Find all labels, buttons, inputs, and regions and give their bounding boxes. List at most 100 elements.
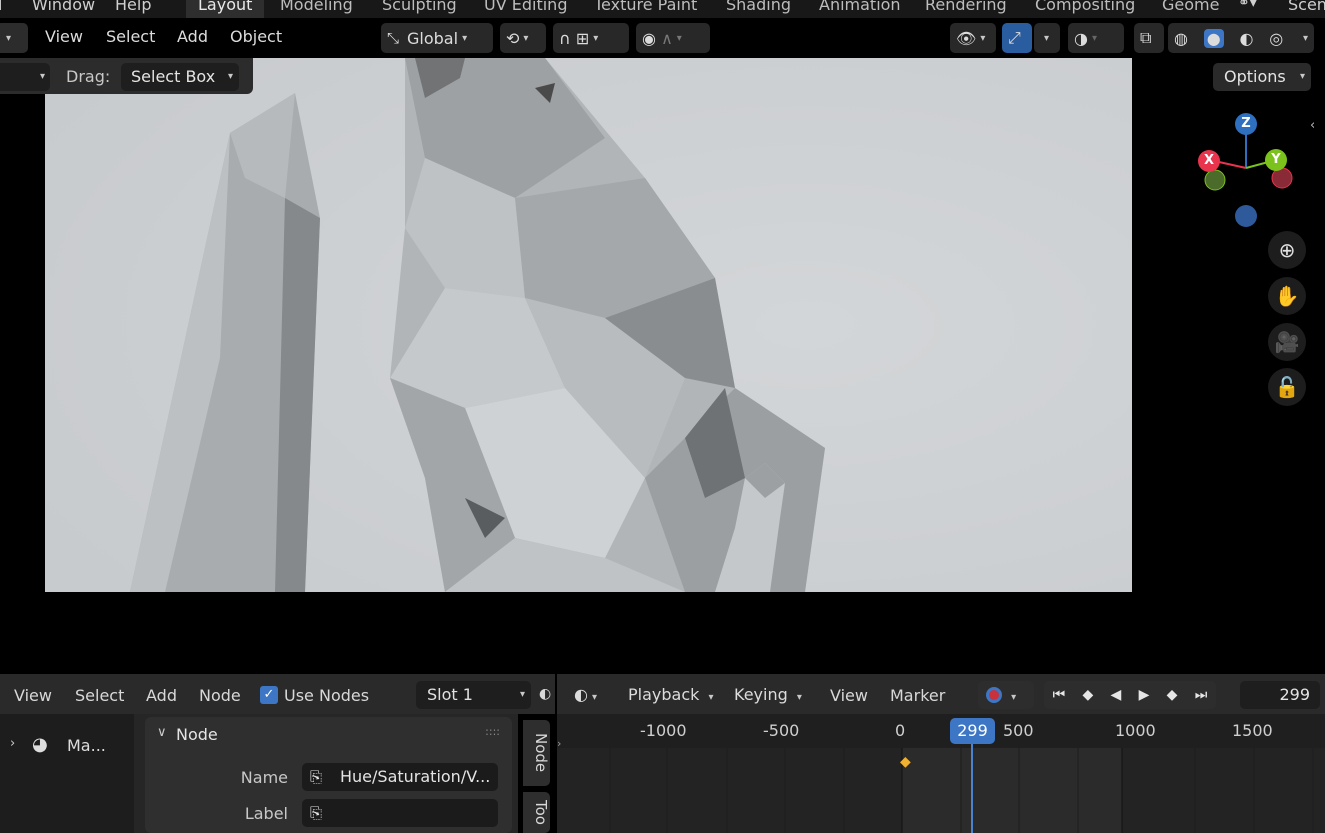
orientation-value: Global [407, 28, 459, 48]
record-icon [986, 687, 1002, 703]
prev-keyframe-icon[interactable]: ◆ [1083, 687, 1094, 703]
auto-keying-toggle[interactable]: ▾ [978, 681, 1034, 709]
timeline-track[interactable] [557, 748, 1325, 833]
lock-icon[interactable]: 🔓 [1268, 368, 1306, 406]
shader-type-icon[interactable]: ◐ [539, 686, 551, 702]
visibility-dropdown[interactable]: 👁 ▾ [950, 23, 996, 53]
overlays-group[interactable]: ◑ ▾ [1068, 23, 1124, 53]
gizmo-x-axis[interactable]: X [1198, 150, 1220, 172]
node-menu-select[interactable]: Select [75, 686, 124, 705]
eye-icon: 👁 [956, 28, 977, 48]
snapping-group[interactable]: ∩ ⊞ ▾ [553, 23, 629, 53]
jump-end-icon[interactable]: ⏭ [1195, 687, 1208, 703]
chevron-down-icon: ▾ [796, 692, 802, 703]
gizmo-y-axis[interactable]: Y [1265, 149, 1287, 171]
collapse-chevron-icon[interactable]: ∨ [157, 725, 167, 740]
node-name-value: Hue/Saturation/V... [340, 767, 491, 786]
timeline-menu-view[interactable]: View [830, 686, 868, 705]
proportional-edit-group[interactable]: ◉ ∧ ▾ [636, 23, 710, 53]
gizmo-toggle[interactable]: ⤢ [1002, 23, 1032, 53]
node-name-field[interactable]: ⎘ Hue/Saturation/V... [302, 763, 498, 791]
node-icon: ⎘ [310, 768, 323, 786]
menu-help[interactable]: Help [115, 0, 151, 14]
viewport-menu-object[interactable]: Object [230, 27, 282, 46]
menu-window[interactable]: Window [32, 0, 95, 14]
material-icon: ◕ [32, 734, 48, 755]
camera-view-icon[interactable]: 🎥 [1268, 323, 1306, 361]
name-label: Name [240, 768, 288, 787]
tab-node[interactable]: Node [523, 720, 550, 786]
play-reverse-icon[interactable]: ◀ [1111, 687, 1122, 703]
drag-select-value: Select Box [131, 67, 216, 86]
use-nodes-checkbox[interactable]: ✓ [260, 686, 278, 704]
zoom-icon[interactable]: ⊕ [1268, 231, 1306, 269]
scene-label[interactable]: Scen [1288, 0, 1325, 14]
tab-shading[interactable]: Shading [714, 0, 803, 18]
tab-sculpting[interactable]: Sculpting [370, 0, 469, 18]
xray-toggle[interactable]: ⧉ [1134, 23, 1164, 53]
gizmo-dropdown[interactable]: ▾ [1034, 23, 1060, 53]
chevron-down-icon: ▾ [708, 692, 714, 703]
orientation-icon: ⤡ [387, 29, 400, 47]
snap-magnet-icon: ∩ [559, 28, 571, 48]
editor-type-dropdown[interactable]: ◐ ▾ [566, 681, 612, 709]
slot-value: Slot 1 [427, 685, 473, 704]
jump-start-icon[interactable]: ⏮ [1053, 687, 1066, 703]
tab-animation[interactable]: Animation [807, 0, 913, 18]
rendered-shading-icon[interactable]: ◎ [1269, 29, 1283, 48]
drag-select-dropdown[interactable]: Select Box ▾ [121, 63, 239, 91]
slot-dropdown[interactable]: Slot 1 ▾ [416, 681, 531, 709]
viewport-menu-add[interactable]: Add [177, 27, 208, 46]
viewport-menu-select[interactable]: Select [106, 27, 155, 46]
playback-dropdown[interactable]: Playback ▾ [620, 681, 724, 709]
options-dropdown[interactable]: Options ▾ [1213, 63, 1311, 91]
ruler-tick: 0 [895, 721, 906, 740]
mode-dropdown-truncated[interactable]: ▾ [0, 63, 50, 91]
playhead-line[interactable] [971, 744, 973, 833]
chevron-down-icon[interactable]: ▾ [1303, 33, 1308, 44]
shading-mode-group[interactable]: ◍ ● ◐ ◎ ▾ [1168, 23, 1314, 53]
sidebar-toggle-icon[interactable]: ‹ [1310, 118, 1315, 133]
pan-hand-icon[interactable]: ✋ [1268, 277, 1306, 315]
timeline-grid [609, 748, 1314, 833]
expand-arrow-icon[interactable]: › [10, 736, 15, 751]
snap-increment-icon: ⊞ [575, 28, 590, 48]
keying-dropdown[interactable]: Keying ▾ [726, 681, 814, 709]
node-menu-add[interactable]: Add [146, 686, 177, 705]
node-label-field[interactable]: ⎘ [302, 799, 498, 827]
tab-geometry[interactable]: Geome [1150, 0, 1231, 18]
editor-type-dropdown[interactable]: ▾ [0, 23, 28, 53]
menu-truncated[interactable]: l [0, 0, 2, 14]
tab-layout[interactable]: Layout [186, 0, 265, 18]
node-panel-title[interactable]: Node [176, 725, 218, 744]
material-shading-icon[interactable]: ◐ [1239, 29, 1253, 48]
tab-modeling[interactable]: Modeling [268, 0, 365, 18]
wireframe-shading-icon[interactable]: ◍ [1174, 29, 1188, 48]
node-menu-view[interactable]: View [14, 686, 52, 705]
scene-icon[interactable]: ⚭▾ [1238, 0, 1257, 11]
viewport-menu-view[interactable]: View [45, 27, 83, 46]
next-keyframe-icon[interactable]: ◆ [1167, 687, 1178, 703]
options-label: Options [1224, 67, 1286, 86]
keying-label: Keying [734, 685, 788, 704]
tab-texture-paint[interactable]: Texture Paint [582, 0, 709, 18]
tab-tool[interactable]: Too [523, 792, 550, 833]
scene-render [45, 58, 1132, 592]
xray-icon: ⧉ [1140, 28, 1152, 47]
playhead-frame[interactable]: 299 [950, 718, 995, 744]
tab-uv-editing[interactable]: UV Editing [472, 0, 579, 18]
material-name[interactable]: Ma... [67, 736, 106, 755]
tab-compositing[interactable]: Compositing [1023, 0, 1147, 18]
drag-handle-icon[interactable]: :::: [485, 725, 500, 738]
current-frame-field[interactable]: 299 [1240, 681, 1320, 709]
keyframe-diamond-icon[interactable]: ◆ [900, 754, 911, 770]
pivot-point-dropdown[interactable]: ⟲ ▾ [500, 23, 546, 53]
3d-viewport[interactable] [45, 58, 1132, 592]
play-icon[interactable]: ▶ [1139, 687, 1150, 703]
gizmo-z-axis[interactable]: Z [1235, 113, 1257, 135]
solid-shading-icon[interactable]: ● [1203, 28, 1224, 48]
tab-rendering[interactable]: Rendering [913, 0, 1019, 18]
transform-orientation-dropdown[interactable]: ⤡ Global ▾ [381, 23, 493, 53]
node-menu-node[interactable]: Node [199, 686, 241, 705]
timeline-menu-marker[interactable]: Marker [890, 686, 945, 705]
